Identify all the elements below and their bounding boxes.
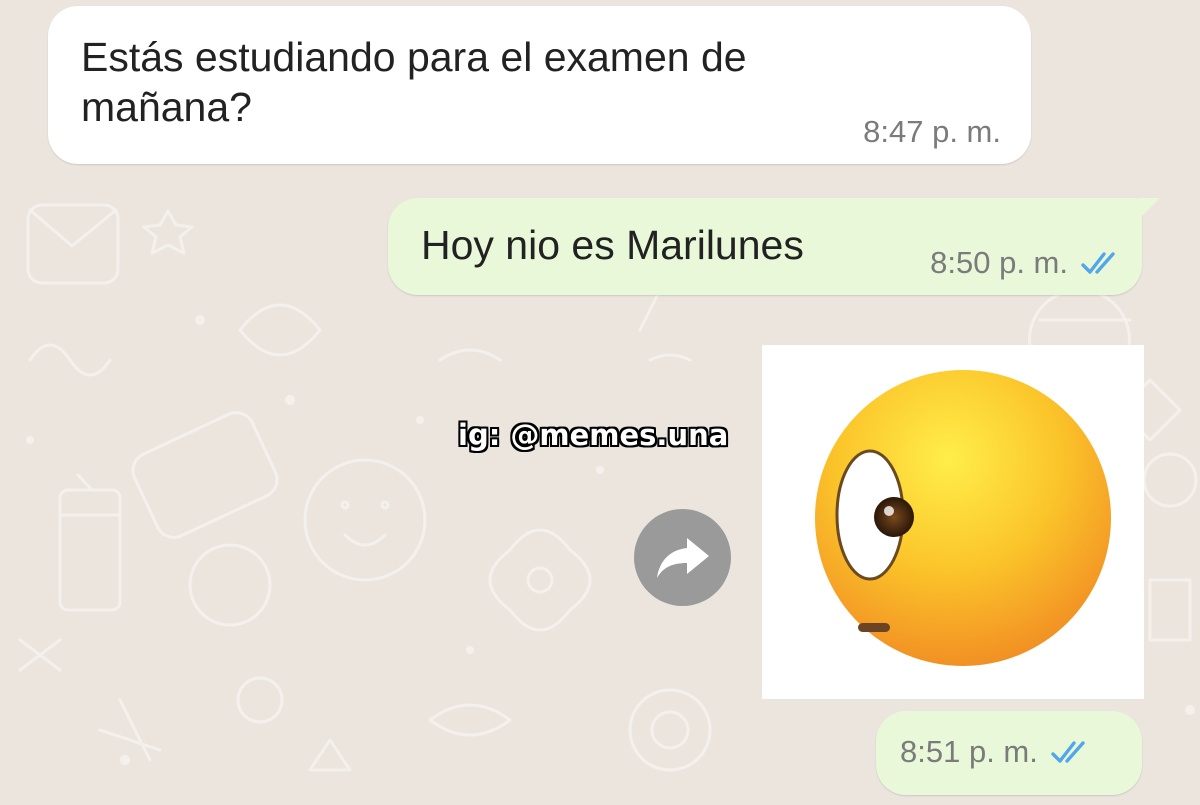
outgoing-bubble-tail (1138, 198, 1160, 220)
incoming-message-bubble[interactable]: Estás estudiando para el examen de mañan… (48, 6, 1031, 164)
double-check-icon (1081, 252, 1115, 274)
outgoing-message-text: Hoy nio es Marilunes (421, 222, 804, 268)
outgoing-message-bubble[interactable]: Hoy nio es Marilunes 8:50 p. m. (388, 198, 1160, 295)
sticker-message[interactable] (762, 345, 1144, 699)
incoming-message-time: 8:47 p. m. (863, 114, 1001, 149)
outgoing-message-time: 8:50 p. m. (930, 245, 1068, 280)
forward-button[interactable] (634, 509, 731, 606)
double-check-icon (1051, 741, 1085, 763)
forward-arrow-icon (656, 537, 709, 578)
sticker-message-time: 8:51 p. m. (900, 734, 1038, 769)
outgoing-message-meta: 8:50 p. m. (930, 245, 1124, 281)
sticker-time-bubble: 8:51 p. m. (876, 711, 1142, 795)
face-with-rolling-eye-emoji (815, 370, 1111, 666)
incoming-message-text: Estás estudiando para el examen de mañan… (81, 34, 747, 130)
sticker-message-meta: 8:51 p. m. (900, 734, 1094, 770)
watermark: ig: @memes.una (458, 418, 729, 452)
